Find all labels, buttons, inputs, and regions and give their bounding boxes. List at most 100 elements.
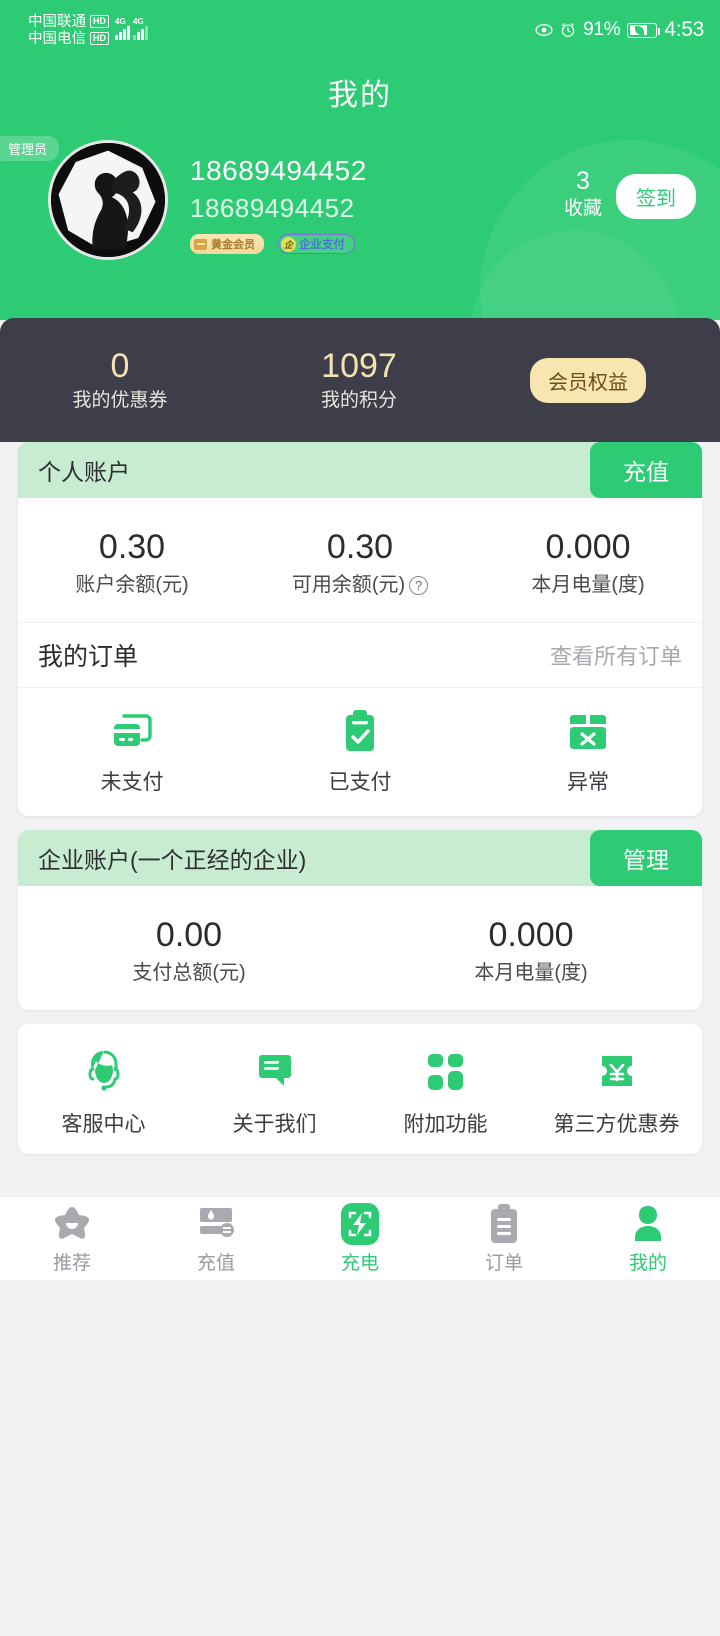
clipboard-check-icon [246,706,474,758]
eye-icon [535,24,553,36]
network-type-1: 4G [115,16,126,26]
scan-bolt-icon [288,1202,432,1246]
service-third-party-coupon[interactable]: 第三方优惠券 [531,1044,702,1138]
signin-button[interactable]: 签到 [616,174,696,219]
order-status-paid-label: 已支付 [328,771,392,794]
enterprise-pay-label: 企业支付 [299,239,345,251]
recharge-button[interactable]: 充值 [590,442,702,498]
person-icon [576,1202,720,1246]
carrier-labels: 中国联通 HD 中国电信 HD [28,14,109,47]
signal-bars-icon-1: 4G [115,16,130,40]
profile-section: 18689494452 18689494452 黄金会员 企 企业支付 3 收藏… [0,140,720,260]
hd-icon-1: HD [90,15,109,28]
tab-recharge-label: 充值 [196,1253,235,1274]
coupon-yuan-icon [531,1044,702,1100]
tab-charging[interactable]: 充电 [288,1202,432,1275]
order-status-paid[interactable]: 已支付 [246,706,474,796]
total-paid-value: 0.00 [155,916,223,954]
orders-title: 我的订单 [38,643,139,671]
chat-bubble-icon [189,1044,360,1100]
view-all-orders-link[interactable]: 查看所有订单 [550,639,682,671]
carrier-line-2: 中国电信 HD [28,31,109,47]
status-bar-left: 中国联通 HD 中国电信 HD 4G 4G [28,14,148,47]
account-balance-label: 账户余额(元) [75,574,189,596]
enterprise-account-stats: 0.00 支付总额(元) 0.000 本月电量(度) [18,886,702,1010]
hd-icon-2: HD [90,32,109,45]
personal-account-title: 个人账户 [38,459,130,485]
favorites-count: 3 [576,167,590,195]
grid-squares-icon [360,1044,531,1100]
order-status-unpaid[interactable]: 未支付 [18,706,246,796]
account-balance-value: 0.30 [98,528,166,566]
points-count: 1097 [321,347,397,385]
crown-icon [194,238,207,250]
manage-button[interactable]: 管理 [590,830,702,886]
card-unpaid-icon [18,706,246,758]
stat-enterprise-month-power: 0.000 本月电量(度) [360,912,702,988]
phone-secondary: 18689494452 [190,193,355,223]
points-stat[interactable]: 1097 我的积分 [240,345,478,415]
carrier-line-1: 中国联通 HD [28,14,109,30]
content-area: 个人账户 充值 0.30 账户余额(元) 0.30 可用余额(元) ? 0.00… [0,442,720,1636]
help-icon[interactable]: ? [409,575,429,595]
service-customer-support[interactable]: 客服中心 [18,1044,189,1138]
battery-icon [627,22,661,38]
favorites-label: 收藏 [563,198,602,219]
tab-profile[interactable]: 我的 [576,1202,720,1275]
admin-badge: 管理员 [0,136,60,161]
tab-recommend-label: 推荐 [52,1253,91,1274]
coupon-label: 我的优惠券 [72,390,168,411]
carrier-1-name: 中国联通 [28,13,86,30]
available-balance-label: 可用余额(元) [291,574,406,596]
order-status-unpaid-label: 未支付 [100,771,164,794]
enterprise-account-card: 企业账户(一个正经的企业) 管理 0.00 支付总额(元) 0.000 本月电量… [18,830,702,1010]
service-extra-features[interactable]: 附加功能 [360,1044,531,1138]
bottom-tab-bar: 推荐 充值 充电 订单 我的 [0,1196,720,1280]
stat-month-power: 0.000 本月电量(度) [474,524,702,600]
wallet-card-icon [144,1202,288,1246]
tab-recommend[interactable]: 推荐 [0,1202,144,1275]
enterprise-month-power-label: 本月电量(度) [474,962,588,984]
order-status-error-label: 异常 [567,771,609,794]
vip-benefits-button[interactable]: 会员权益 [530,357,646,403]
carrier-2-name: 中国电信 [28,30,86,47]
page-title: 我的 [328,79,392,112]
favorites-block[interactable]: 3 收藏 [564,140,602,222]
clipboard-icon [432,1202,576,1246]
tab-orders[interactable]: 订单 [432,1202,576,1275]
month-power-value: 0.000 [545,528,631,566]
service-extra-features-label: 附加功能 [403,1113,488,1136]
personal-account-stats: 0.30 账户余额(元) 0.30 可用余额(元) ? 0.000 本月电量(度… [18,498,702,622]
stat-available-balance: 0.30 可用余额(元) ? [246,524,474,600]
orders-header: 我的订单 查看所有订单 [18,622,702,687]
signal-icons: 4G 4G [115,16,148,40]
coupon-stat[interactable]: 0 我的优惠券 [0,345,240,415]
avatar[interactable] [48,140,168,260]
total-paid-label: 支付总额(元) [132,962,246,984]
enterprise-month-power-value: 0.000 [488,916,574,954]
personal-account-card: 个人账户 充值 0.30 账户余额(元) 0.30 可用余额(元) ? 0.00… [18,442,702,816]
service-about-us[interactable]: 关于我们 [189,1044,360,1138]
tab-recharge[interactable]: 充值 [144,1202,288,1275]
tab-orders-label: 订单 [484,1253,523,1274]
status-bar-right: 91% 4:53 [535,18,704,42]
profile-badges: 黄金会员 企 企业支付 [190,234,564,254]
tab-charging-label: 充电 [340,1253,379,1274]
services-card: 客服中心 关于我们 附加功能 第三方优惠券 [18,1024,702,1154]
phone-primary: 18689494452 [190,155,367,186]
stat-account-balance: 0.30 账户余额(元) [18,524,246,600]
points-coupon-card: 0 我的优惠券 1097 我的积分 会员权益 [0,318,720,442]
order-status-error[interactable]: 异常 [474,706,702,796]
enterprise-pay-badge[interactable]: 企 企业支付 [278,234,355,254]
personal-account-header: 个人账户 充值 [18,442,702,498]
status-bar: 中国联通 HD 中国电信 HD 4G 4G 91% 4:53 [0,0,720,56]
box-error-icon [474,706,702,758]
gold-member-badge[interactable]: 黄金会员 [190,234,264,254]
headset-support-icon [18,1044,189,1100]
coupon-count: 0 [110,347,130,385]
alarm-icon [561,23,575,37]
signal-bars-icon-2: 4G [133,17,148,40]
gold-member-label: 黄金会员 [211,239,255,251]
service-about-us-label: 关于我们 [232,1113,317,1136]
service-third-party-coupon-label: 第三方优惠券 [553,1113,680,1136]
